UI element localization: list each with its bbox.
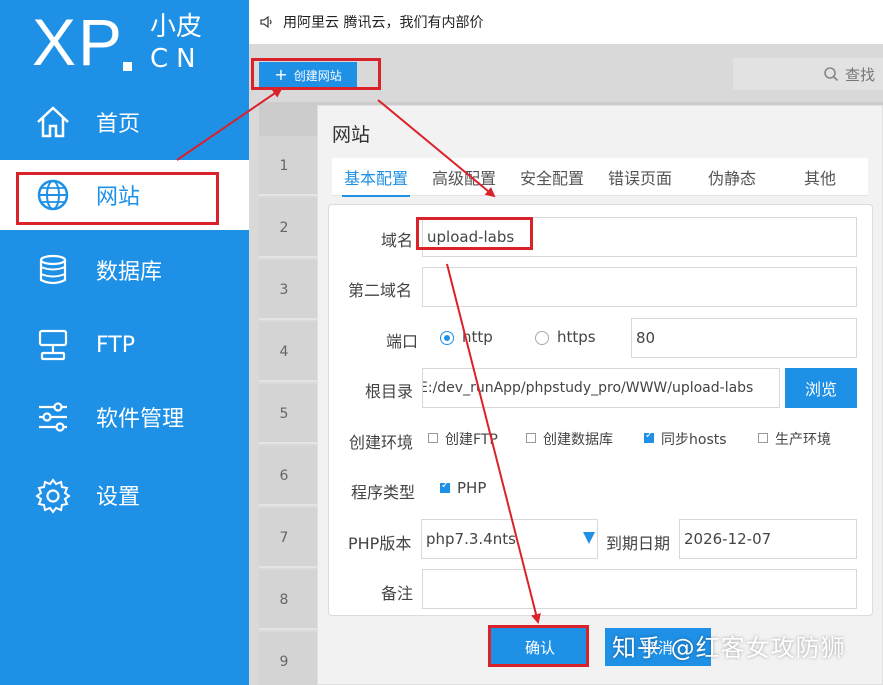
sidebar-item-database[interactable]: 数据库 [0, 235, 249, 305]
sidebar-item-label: FTP [96, 332, 135, 358]
logo-cn-top: 小皮 [150, 12, 203, 42]
notice-text: 用阿里云 腾讯云，我们有内部价 [283, 15, 484, 31]
create-ftp-checkbox[interactable] [428, 433, 438, 443]
row-number: 5 [279, 406, 289, 422]
root-label: 根目录 [365, 382, 414, 401]
tab-basic[interactable]: 基本配置 [332, 158, 420, 197]
create-db-label: 创建数据库 [543, 432, 613, 448]
sidebar-item-label: 首页 [96, 112, 141, 137]
domain-label: 域名 [381, 231, 414, 250]
tab-security[interactable]: 安全配置 [508, 158, 596, 196]
row-number: 8 [279, 592, 289, 608]
search-label: 查找 [844, 65, 875, 84]
php-version-value: php7.3.4nts [426, 530, 516, 548]
dialog-tabs: 基本配置 高级配置 安全配置 错误页面 伪静态 其他 [332, 158, 868, 197]
sync-hosts-label: 同步hosts [661, 432, 727, 448]
gear-icon [35, 478, 71, 514]
ftp-icon [38, 329, 68, 361]
root-path-text: E:/dev_runApp/phpstudy_pro/WWW/upload-la… [422, 380, 754, 396]
env-label: 创建环境 [349, 433, 414, 452]
php-version-select[interactable]: php7.3.4nts [421, 519, 598, 559]
logo-cn-bottom: CN [150, 44, 204, 74]
sidebar-item-label: 数据库 [96, 260, 163, 285]
note-label: 备注 [381, 584, 414, 603]
root-input[interactable]: E:/dev_runApp/phpstudy_pro/WWW/upload-la… [422, 368, 780, 408]
sidebar-item-label: 软件管理 [96, 407, 185, 432]
port-input[interactable]: 80 [631, 318, 857, 358]
dialog-title: 网站 [332, 124, 371, 146]
sync-hosts-checkbox[interactable] [644, 430, 654, 443]
create-db-checkbox[interactable] [526, 433, 536, 443]
sliders-icon [39, 402, 67, 432]
dropdown-arrow-icon [583, 532, 595, 544]
https-radio[interactable] [535, 331, 549, 345]
logo-dot [123, 62, 132, 71]
expire-date-input[interactable]: 2026-12-07 [679, 519, 857, 559]
row-number: 2 [279, 220, 289, 236]
sidebar-item-software[interactable]: 软件管理 [0, 382, 249, 452]
home-icon [37, 106, 69, 138]
notice[interactable]: 用阿里云 腾讯云，我们有内部价 [259, 12, 483, 32]
port-label: 端口 [386, 332, 419, 351]
expire-date-label: 到期日期 [606, 534, 671, 553]
sidebar-item-ftp[interactable]: FTP [0, 310, 249, 380]
row-number: 7 [279, 530, 289, 546]
logo-main: XP [32, 5, 125, 79]
http-radio[interactable] [440, 331, 454, 345]
program-type-label: 程序类型 [351, 483, 416, 502]
annotation-box-domain [416, 217, 533, 250]
row-number: 1 [279, 158, 289, 174]
http-label: http [462, 328, 493, 346]
php-type-label: PHP [457, 479, 487, 497]
php-version-label: PHP版本 [348, 534, 412, 553]
production-checkbox[interactable] [758, 433, 768, 443]
sidebar-item-label: 设置 [96, 485, 141, 510]
website-dialog: 网站 基本配置 高级配置 安全配置 错误页面 伪静态 其他 域名 upload-… [317, 105, 883, 685]
production-label: 生产环境 [775, 432, 831, 448]
row-number: 3 [279, 282, 289, 298]
row-number: 4 [279, 344, 289, 360]
sidebar-item-home[interactable]: 首页 [0, 87, 249, 157]
annotation-box-create-button [251, 58, 381, 90]
sidebar: XP 小皮 CN 首页 网站 数据库 FTP 软件管理 设置 [0, 0, 249, 685]
basic-config-form: 域名 upload-labs 第二域名 端口 http https 80 根目录… [328, 204, 873, 616]
search-box[interactable]: 查找 [733, 58, 883, 90]
browse-button[interactable]: 浏览 [785, 368, 857, 408]
tab-other[interactable]: 其他 [776, 158, 864, 196]
speaker-icon [260, 15, 272, 29]
tab-error-pages[interactable]: 错误页面 [596, 158, 684, 196]
search-icon [824, 67, 839, 82]
note-input[interactable] [422, 569, 857, 609]
row-number: 9 [279, 654, 289, 670]
tab-rewrite[interactable]: 伪静态 [688, 158, 776, 196]
second-domain-input[interactable] [422, 267, 857, 307]
https-label: https [557, 328, 596, 346]
annotation-box-confirm [488, 625, 589, 667]
second-domain-label: 第二域名 [348, 281, 413, 300]
topbar: 用阿里云 腾讯云，我们有内部价 [249, 0, 883, 44]
database-icon [39, 254, 67, 285]
create-ftp-label: 创建FTP [445, 432, 498, 448]
php-checkbox[interactable] [440, 480, 450, 493]
sidebar-item-settings[interactable]: 设置 [0, 460, 249, 530]
annotation-box-website-nav [16, 172, 219, 225]
tab-advanced[interactable]: 高级配置 [420, 158, 508, 196]
watermark: 知乎 @红客女攻防狮 [612, 634, 846, 662]
row-number: 6 [279, 468, 289, 484]
